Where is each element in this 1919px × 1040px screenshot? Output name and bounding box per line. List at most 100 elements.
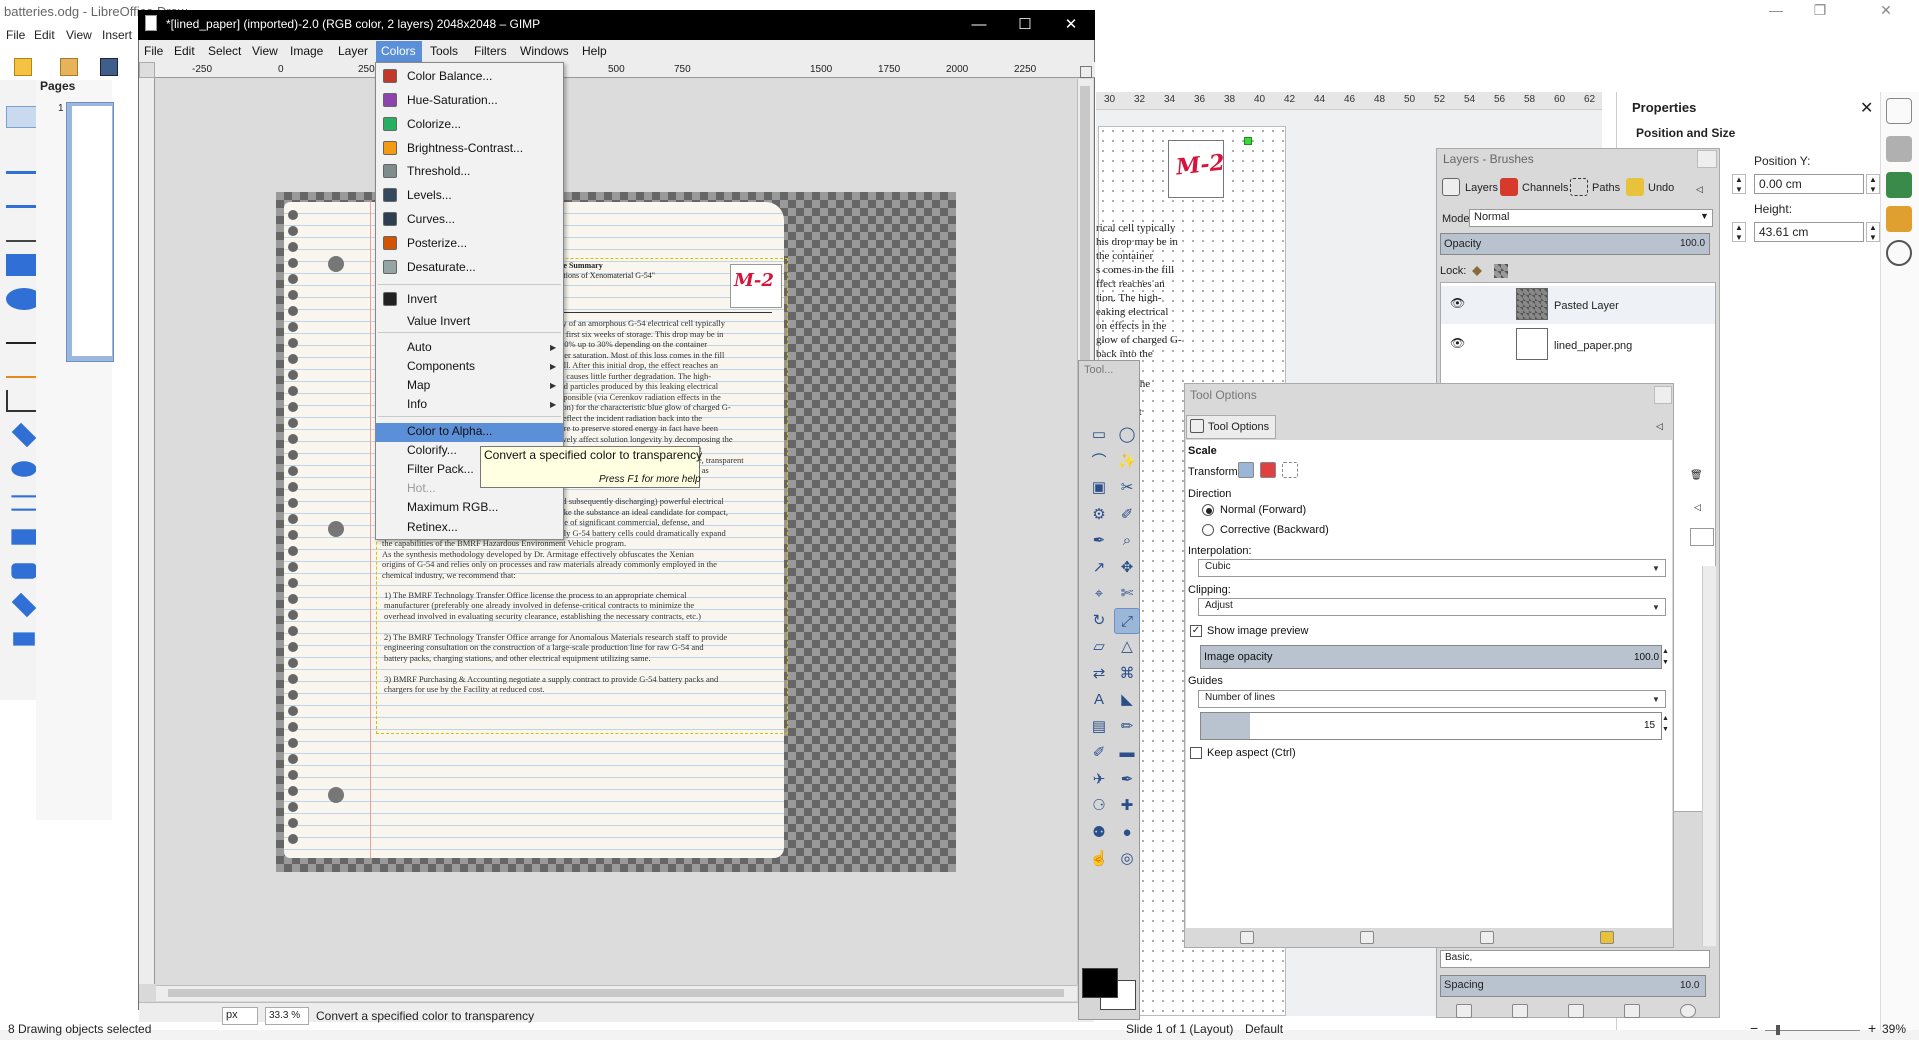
- lo-menu-insert[interactable]: Insert: [102, 28, 132, 42]
- perspective-tool-icon[interactable]: △: [1114, 634, 1140, 660]
- scissors-select-tool-icon[interactable]: ✂: [1114, 475, 1140, 501]
- layer-name[interactable]: Pasted Layer: [1554, 300, 1619, 312]
- blend-tool-icon[interactable]: ▤: [1086, 714, 1112, 740]
- delete-options-icon[interactable]: [1480, 931, 1494, 944]
- position-y-field[interactable]: 0.00 cm: [1754, 174, 1864, 194]
- menu-image[interactable]: Image: [290, 44, 323, 58]
- direction-corrective-radio[interactable]: [1202, 524, 1214, 536]
- menu-item-map[interactable]: [376, 376, 563, 395]
- menu-windows[interactable]: Windows: [520, 44, 569, 58]
- airbrush-tool-icon[interactable]: ✈: [1086, 767, 1112, 793]
- clipping-select[interactable]: Adjust: [1198, 598, 1666, 616]
- height-spinner[interactable]: ▲ ▼: [1866, 222, 1880, 242]
- menu-file[interactable]: File: [144, 44, 163, 58]
- 3d-objects-icon[interactable]: [13, 632, 35, 646]
- tab-paths[interactable]: Paths: [1592, 182, 1620, 204]
- restore-options-icon[interactable]: [1360, 931, 1374, 944]
- shear-tool-icon[interactable]: ▱: [1086, 634, 1112, 660]
- brush-view-select[interactable]: [1690, 528, 1714, 546]
- sidebar-menu-icon[interactable]: [1886, 98, 1912, 124]
- menu-item-auto[interactable]: [376, 338, 563, 357]
- heal-tool-icon[interactable]: ✚: [1114, 793, 1140, 819]
- dock-menu-icon[interactable]: ◁: [1694, 502, 1701, 513]
- dock-menu-icon[interactable]: ◁: [1656, 421, 1663, 432]
- smudge-tool-icon[interactable]: ☝: [1086, 846, 1112, 872]
- menu-item-retinex[interactable]: [376, 518, 563, 537]
- gimp-close-button[interactable]: ✕: [1048, 12, 1094, 38]
- menu-item-levels[interactable]: [376, 186, 563, 205]
- block-arrows-icon[interactable]: [11, 495, 37, 511]
- select-by-color-tool-icon[interactable]: ▣: [1086, 475, 1112, 501]
- move-tool-icon[interactable]: ✥: [1114, 555, 1140, 581]
- selection-handle[interactable]: [1244, 137, 1252, 145]
- new-document-icon[interactable]: [14, 58, 32, 76]
- clone-tool-icon[interactable]: ⚆: [1086, 793, 1112, 819]
- menu-edit[interactable]: Edit: [174, 44, 195, 58]
- perspective-clone-tool-icon[interactable]: ⚉: [1086, 820, 1112, 846]
- paintbrush-tool-icon[interactable]: ✐: [1086, 740, 1112, 766]
- callouts-icon[interactable]: [11, 563, 37, 579]
- symbol-shapes-icon[interactable]: [11, 461, 37, 477]
- zoom-in-icon[interactable]: +: [1868, 1020, 1876, 1036]
- duplicate-brush-icon[interactable]: [1568, 1004, 1584, 1018]
- chevron-down-icon[interactable]: ▼: [1652, 695, 1660, 704]
- zoom-out-icon[interactable]: −: [1750, 1020, 1758, 1036]
- height-field[interactable]: 43.61 cm: [1754, 222, 1864, 242]
- minimize-button[interactable]: —: [1756, 2, 1796, 22]
- ellipse-select-tool-icon[interactable]: ◯: [1114, 422, 1140, 448]
- menu-item-posterize[interactable]: [376, 234, 563, 253]
- flowchart-icon[interactable]: [11, 529, 37, 545]
- delete-icon[interactable]: 🗑: [1690, 470, 1703, 481]
- chevron-down-icon[interactable]: ▼: [1652, 603, 1660, 612]
- direction-normal-label[interactable]: Normal (Forward): [1220, 504, 1306, 516]
- restore-button[interactable]: ❐: [1800, 2, 1840, 22]
- show-preview-label[interactable]: Show image preview: [1207, 625, 1309, 637]
- crop-tool-icon[interactable]: ✄: [1114, 581, 1140, 607]
- paths-tool-icon[interactable]: ✐: [1114, 502, 1140, 528]
- zoom-select[interactable]: 33.3 %: [265, 1007, 309, 1025]
- chevron-down-icon[interactable]: ▼: [1652, 564, 1660, 573]
- align-tool-icon[interactable]: ⌖: [1086, 581, 1112, 607]
- styles-deck-icon[interactable]: [1886, 172, 1912, 198]
- eraser-tool-icon[interactable]: ▬: [1114, 740, 1140, 766]
- image-opacity-spinner[interactable]: ▲ ▼: [1662, 646, 1669, 668]
- save-options-icon[interactable]: [1240, 931, 1254, 944]
- menu-item-info[interactable]: [376, 395, 563, 414]
- transform-layer-icon[interactable]: [1238, 462, 1254, 478]
- color-picker-tool-icon[interactable]: ✒: [1086, 528, 1112, 554]
- brush-tag-select[interactable]: Basic,: [1440, 950, 1710, 968]
- zoom-to-fit-icon[interactable]: [1080, 66, 1092, 78]
- keep-aspect-checkbox[interactable]: [1190, 747, 1202, 759]
- open-folder-icon[interactable]: [60, 58, 78, 76]
- wilber-drop-zone[interactable]: [1082, 384, 1136, 414]
- layers-scrollbar[interactable]: [1702, 566, 1716, 946]
- guides-count-spinner[interactable]: ▲ ▼: [1662, 713, 1669, 735]
- position-y-spinner[interactable]: ▲ ▼: [1866, 174, 1880, 194]
- tab-channels[interactable]: Channels: [1522, 182, 1568, 204]
- lock-alpha-icon[interactable]: [1494, 264, 1508, 278]
- blur-tool-icon[interactable]: ●: [1114, 820, 1140, 846]
- horizontal-scrollbar-thumb[interactable]: [168, 989, 1064, 997]
- menu-item-invert[interactable]: [376, 290, 563, 309]
- foreground-color-swatch[interactable]: [1082, 968, 1118, 998]
- menu-item-colorize[interactable]: [376, 115, 563, 134]
- text-tool-icon[interactable]: A: [1086, 687, 1112, 713]
- direction-corrective-label[interactable]: Corrective (Backward): [1220, 524, 1329, 536]
- gimp-maximize-button[interactable]: ☐: [1002, 12, 1048, 38]
- zoom-slider-thumb[interactable]: [1776, 1025, 1780, 1035]
- interpolation-select[interactable]: Cubic: [1198, 559, 1666, 577]
- close-button[interactable]: ✕: [1866, 2, 1906, 22]
- pencil-tool-icon[interactable]: ✏: [1114, 714, 1140, 740]
- lo-menu-view[interactable]: View: [66, 28, 92, 42]
- guides-select[interactable]: Number of lines: [1198, 690, 1666, 708]
- lo-menu-edit[interactable]: Edit: [34, 28, 55, 42]
- show-preview-checkbox[interactable]: ✓: [1190, 625, 1202, 637]
- flip-tool-icon[interactable]: ⇄: [1086, 661, 1112, 687]
- dock-close-icon[interactable]: [1654, 386, 1672, 404]
- cage-transform-tool-icon[interactable]: ⌘: [1114, 661, 1140, 687]
- gimp-minimize-button[interactable]: —: [956, 12, 1002, 38]
- layer-name[interactable]: lined_paper.png: [1554, 340, 1632, 352]
- delete-brush-icon[interactable]: [1624, 1004, 1640, 1018]
- fuzzy-select-tool-icon[interactable]: ✨: [1114, 449, 1140, 475]
- eye-icon[interactable]: 👁: [1450, 296, 1465, 310]
